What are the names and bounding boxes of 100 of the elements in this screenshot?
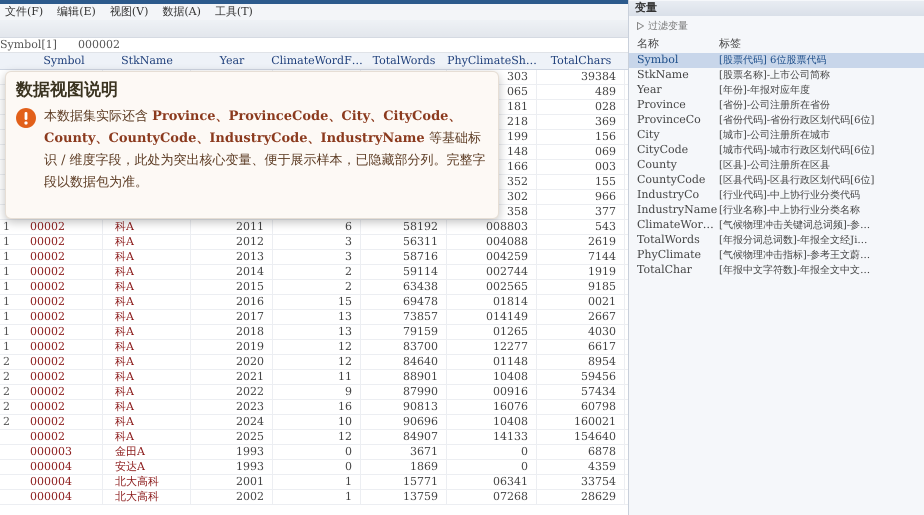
table-cell: 352 bbox=[507, 175, 528, 188]
variable-row[interactable]: TotalWords [年报分词总词数]-年报全文经Ji… bbox=[629, 233, 924, 248]
column-header[interactable]: 标签 bbox=[719, 36, 741, 53]
table-cell: 2012 bbox=[236, 235, 264, 248]
variable-row[interactable]: Symbol [股票代码] 6位股票代码 bbox=[629, 53, 924, 68]
variable-name: Symbol[1] bbox=[0, 36, 58, 53]
variable-row[interactable]: County [区县]-公司注册所在区县 bbox=[629, 158, 924, 173]
table-cell: 12 bbox=[338, 430, 352, 443]
table-cell: 2015 bbox=[236, 280, 264, 293]
row-number: 1 bbox=[3, 250, 10, 263]
table-cell: 13759 bbox=[403, 490, 438, 503]
table-cell: 60798 bbox=[581, 400, 616, 413]
column-header[interactable]: PhyClimateSh… bbox=[447, 52, 537, 70]
column-header[interactable]: Symbol bbox=[43, 52, 85, 70]
menu-item[interactable]: 编辑(E) bbox=[57, 4, 96, 20]
table-cell: 000004 bbox=[30, 490, 72, 503]
table-cell: 科A bbox=[115, 325, 134, 338]
table-cell: 84907 bbox=[403, 430, 438, 443]
table-cell: 11 bbox=[338, 370, 352, 383]
row-number: 1 bbox=[3, 280, 10, 293]
filter-field[interactable]: 过滤变量 bbox=[648, 18, 688, 34]
table-cell: 06341 bbox=[493, 475, 528, 488]
table-cell: 1993 bbox=[236, 445, 264, 458]
table-cell: 科A bbox=[115, 295, 134, 308]
table-cell: 2001 bbox=[236, 475, 264, 488]
variable-row[interactable]: ProvinceCo [省份代码]-省份行政区划代码[6位] bbox=[629, 113, 924, 128]
menu-item[interactable]: 文件(F) bbox=[5, 4, 44, 20]
table-cell: 2667 bbox=[588, 310, 616, 323]
cell-value-field[interactable]: 000002 bbox=[78, 36, 120, 54]
triangle-icon[interactable] bbox=[637, 22, 644, 30]
table-cell: 科A bbox=[115, 400, 134, 413]
table-cell: 1 bbox=[345, 490, 352, 503]
variable-row[interactable]: IndustryName [行业名称]-中上协行业分类名称 bbox=[629, 203, 924, 218]
table-cell: 1919 bbox=[588, 265, 616, 278]
column-header[interactable]: StkName bbox=[121, 52, 173, 70]
table-cell: 01265 bbox=[493, 325, 528, 338]
table-cell: 2022 bbox=[236, 385, 264, 398]
column-header[interactable]: 名称 bbox=[637, 36, 719, 53]
table-cell: 33754 bbox=[581, 475, 616, 488]
notice-title: 数据视图说明 bbox=[16, 79, 119, 102]
row-number: 1 bbox=[3, 220, 10, 233]
table-cell: 2023 bbox=[236, 400, 264, 413]
table-cell: 79159 bbox=[403, 325, 438, 338]
table-cell: 966 bbox=[595, 190, 616, 203]
table-cell: 003 bbox=[595, 160, 616, 173]
table-cell: 6878 bbox=[588, 445, 616, 458]
table-cell: 科A bbox=[115, 430, 134, 443]
column-header[interactable]: ClimateWordF… bbox=[271, 52, 363, 70]
table-cell: 01148 bbox=[493, 355, 528, 368]
table-cell: 科A bbox=[115, 250, 134, 263]
variable-row[interactable]: City [城市]-公司注册所在城市 bbox=[629, 128, 924, 143]
table-cell: 000003 bbox=[30, 445, 72, 458]
table-cell: 10408 bbox=[493, 370, 528, 383]
variable-row[interactable]: Province [省份]-公司注册所在省份 bbox=[629, 98, 924, 113]
table-cell: 2021 bbox=[236, 370, 264, 383]
table-cell: 科A bbox=[115, 370, 134, 383]
panel-title: 变量 bbox=[635, 0, 657, 16]
menu-item[interactable]: 工具(T) bbox=[214, 4, 253, 20]
variable-row[interactable]: Year [年份]-年报对应年度 bbox=[629, 83, 924, 98]
variable-row[interactable]: StkName [股票名称]-上市公司简称 bbox=[629, 68, 924, 83]
table-cell: 2013 bbox=[236, 250, 264, 263]
table-cell: 2018 bbox=[236, 325, 264, 338]
table-cell: 12 bbox=[338, 340, 352, 353]
variable-row[interactable]: TotalChar [年报中文字符数]-年报全文中文… bbox=[629, 263, 924, 278]
table-cell: 科A bbox=[115, 280, 134, 293]
table-cell: 155 bbox=[595, 175, 616, 188]
variable-row[interactable]: PhyClimate [气候物理冲击指标]-参考王文蔚… bbox=[629, 248, 924, 263]
table-cell: 科A bbox=[115, 340, 134, 353]
table-cell: 6617 bbox=[588, 340, 616, 353]
table-cell: 12277 bbox=[493, 340, 528, 353]
table-cell: 科A bbox=[115, 310, 134, 323]
table-cell: 69478 bbox=[403, 295, 438, 308]
table-cell: 13 bbox=[338, 325, 352, 338]
variable-row[interactable]: ClimateWor… [气候物理冲击关键词总词频]-参… bbox=[629, 218, 924, 233]
table-cell: 9185 bbox=[588, 280, 616, 293]
table-cell: 9 bbox=[345, 385, 352, 398]
menu-item[interactable]: 视图(V) bbox=[110, 4, 148, 20]
table-cell: 028 bbox=[595, 100, 616, 113]
table-cell: 2 bbox=[345, 280, 352, 293]
table-cell: 2019 bbox=[236, 340, 264, 353]
table-cell: 58716 bbox=[403, 250, 438, 263]
table-cell: 0021 bbox=[588, 295, 616, 308]
notice-text: 本数据集实际还含 Province、ProvinceCode、City、CityCode、County、CountyCode、IndustryCode、IndustryName 等基础标识 / 维度字段，此处为突出核心变量、便于展示样本，已隐藏部分列。完整字段以数据包为准。 bbox=[44, 108, 487, 192]
table-cell: 73857 bbox=[403, 310, 438, 323]
column-header[interactable]: Year bbox=[220, 52, 244, 70]
table-cell: 2020 bbox=[236, 355, 264, 368]
column-header[interactable]: TotalWords bbox=[372, 52, 436, 70]
table-cell: 10408 bbox=[493, 415, 528, 428]
menu-item[interactable]: 数据(A) bbox=[162, 4, 201, 20]
table-cell: 377 bbox=[595, 205, 616, 218]
table-cell: 2016 bbox=[236, 295, 264, 308]
table-cell: 16076 bbox=[493, 400, 528, 413]
variable-row[interactable]: CountyCode [区县代码]-区县行政区划代码[6位] bbox=[629, 173, 924, 188]
table-cell: 83700 bbox=[403, 340, 438, 353]
table-cell: 科A bbox=[115, 220, 134, 233]
variable-row[interactable]: CityCode [城市代码]-城市行政区划代码[6位] bbox=[629, 143, 924, 158]
variable-row[interactable]: IndustryCo [行业代码]-中上协行业分类代码 bbox=[629, 188, 924, 203]
column-header[interactable]: TotalChars bbox=[550, 52, 612, 70]
table-cell: 00002 bbox=[30, 220, 65, 233]
table-cell: 6 bbox=[345, 220, 352, 233]
